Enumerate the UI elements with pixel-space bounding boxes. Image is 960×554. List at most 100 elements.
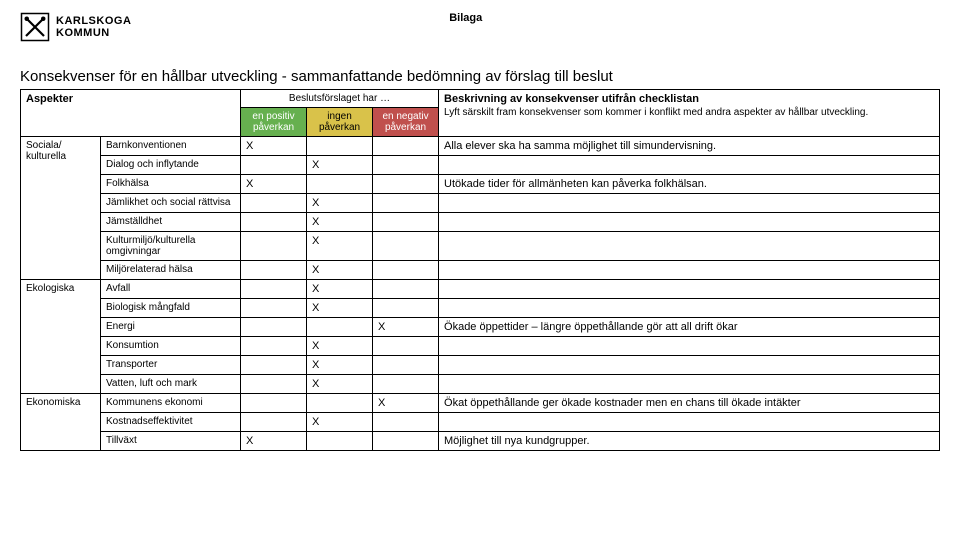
table-row: Energi XÖkade öppettider – längre öppethå… <box>21 318 940 337</box>
impact-ing-cell: X <box>307 356 373 375</box>
header-description-sub: Lyft särskilt fram konsekvenser som komm… <box>444 107 934 118</box>
impact-pos-cell <box>241 194 307 213</box>
table-row: Dialog och inflytande X <box>21 156 940 175</box>
table-row: Sociala/ kulturellaBarnkonventionenXAlla… <box>21 137 940 156</box>
impact-ing-cell: X <box>307 213 373 232</box>
description-cell: Ökat öppethållande ger ökade kostnader m… <box>439 394 940 413</box>
impact-pos-cell <box>241 261 307 280</box>
aspect-item-cell: Kulturmiljö/kulturella omgivningar <box>101 232 241 261</box>
impact-ing-cell <box>307 318 373 337</box>
table-row: FolkhälsaX Utökade tider för allmänheten … <box>21 175 940 194</box>
page-title: Konsekvenser för en hållbar utveckling -… <box>20 68 940 85</box>
aspect-group-cell: Ekologiska <box>21 280 101 394</box>
impact-pos-cell <box>241 337 307 356</box>
table-row: EkologiskaAvfallX <box>21 280 940 299</box>
description-cell <box>439 280 940 299</box>
impact-ing-cell: X <box>307 194 373 213</box>
impact-ing-cell <box>307 394 373 413</box>
impact-neg-cell <box>373 137 439 156</box>
table-row: Konsumtion X <box>21 337 940 356</box>
impact-neg-cell <box>373 232 439 261</box>
description-cell <box>439 232 940 261</box>
impact-pos-cell <box>241 375 307 394</box>
org-name-line2: KOMMUN <box>56 27 131 39</box>
header-beslut: Beslutsförslaget har … <box>241 90 439 108</box>
table-row: Kulturmiljö/kulturella omgivningar X <box>21 232 940 261</box>
impact-pos-cell: X <box>241 432 307 451</box>
impact-neg-cell <box>373 337 439 356</box>
aspect-item-cell: Transporter <box>101 356 241 375</box>
table-row: Miljörelaterad hälsaX <box>21 261 940 280</box>
table-row: TillväxtX Möjlighet till nya kundgrupper. <box>21 432 940 451</box>
description-cell <box>439 337 940 356</box>
table-row: Jämställdhet X <box>21 213 940 232</box>
org-name-line1: KARLSKOGA <box>56 15 131 27</box>
impact-pos-cell <box>241 356 307 375</box>
table-row: EkonomiskaKommunens ekonomiXÖkat öppethå… <box>21 394 940 413</box>
description-cell <box>439 213 940 232</box>
header-description: Beskrivning av konsekvenser utifrån chec… <box>439 90 940 137</box>
description-cell <box>439 356 940 375</box>
consequence-table: Aspekter Beslutsförslaget har … Beskrivn… <box>20 89 940 451</box>
aspect-item-cell: Jämställdhet <box>101 213 241 232</box>
impact-pos-cell: X <box>241 175 307 194</box>
table-row: Transporter X <box>21 356 940 375</box>
description-cell: Utökade tider för allmänheten kan påverk… <box>439 175 940 194</box>
impact-neg-cell <box>373 261 439 280</box>
description-cell: Alla elever ska ha samma möjlighet till … <box>439 137 940 156</box>
impact-pos-cell <box>241 394 307 413</box>
impact-pos-cell <box>241 318 307 337</box>
description-cell <box>439 413 940 432</box>
aspect-item-cell: Kostnadseffektivitet <box>101 413 241 432</box>
impact-ing-cell: X <box>307 232 373 261</box>
aspect-item-cell: Jämlikhet och social rättvisa <box>101 194 241 213</box>
description-cell: Möjlighet till nya kundgrupper. <box>439 432 940 451</box>
header-none: ingen påverkan <box>307 108 373 137</box>
table-row: Jämlikhet och social rättvisa X <box>21 194 940 213</box>
impact-neg-cell <box>373 375 439 394</box>
aspect-item-cell: Avfall <box>101 280 241 299</box>
header-aspekter: Aspekter <box>21 90 241 137</box>
table-row: Vatten, luft och markX <box>21 375 940 394</box>
impact-ing-cell: X <box>307 413 373 432</box>
impact-ing-cell: X <box>307 156 373 175</box>
aspect-item-cell: Kommunens ekonomi <box>101 394 241 413</box>
impact-ing-cell: X <box>307 375 373 394</box>
description-cell <box>439 299 940 318</box>
table-row: Biologisk mångfald X <box>21 299 940 318</box>
aspect-item-cell: Biologisk mångfald <box>101 299 241 318</box>
impact-ing-cell: X <box>307 337 373 356</box>
impact-pos-cell <box>241 413 307 432</box>
description-cell <box>439 375 940 394</box>
impact-pos-cell <box>241 232 307 261</box>
aspect-item-cell: Energi <box>101 318 241 337</box>
impact-neg-cell <box>373 175 439 194</box>
impact-pos-cell: X <box>241 137 307 156</box>
aspect-item-cell: Miljörelaterad hälsa <box>101 261 241 280</box>
description-cell <box>439 156 940 175</box>
aspect-item-cell: Dialog och inflytande <box>101 156 241 175</box>
aspect-item-cell: Barnkonventionen <box>101 137 241 156</box>
attachment-label: Bilaga <box>449 12 622 24</box>
impact-pos-cell <box>241 213 307 232</box>
impact-ing-cell: X <box>307 299 373 318</box>
description-cell <box>439 261 940 280</box>
impact-ing-cell <box>307 137 373 156</box>
aspect-group-cell: Sociala/ kulturella <box>21 137 101 280</box>
crossed-tools-icon <box>20 12 50 42</box>
impact-neg-cell: X <box>373 318 439 337</box>
impact-ing-cell <box>307 175 373 194</box>
aspect-item-cell: Tillväxt <box>101 432 241 451</box>
impact-pos-cell <box>241 156 307 175</box>
aspect-item-cell: Konsumtion <box>101 337 241 356</box>
header-description-title: Beskrivning av konsekvenser utifrån chec… <box>444 93 699 105</box>
description-cell <box>439 194 940 213</box>
description-cell: Ökade öppettider – längre öppethållande … <box>439 318 940 337</box>
header-negative: en negativ påverkan <box>373 108 439 137</box>
impact-neg-cell <box>373 156 439 175</box>
impact-ing-cell: X <box>307 280 373 299</box>
impact-pos-cell <box>241 280 307 299</box>
impact-neg-cell <box>373 356 439 375</box>
aspect-item-cell: Folkhälsa <box>101 175 241 194</box>
impact-neg-cell <box>373 299 439 318</box>
